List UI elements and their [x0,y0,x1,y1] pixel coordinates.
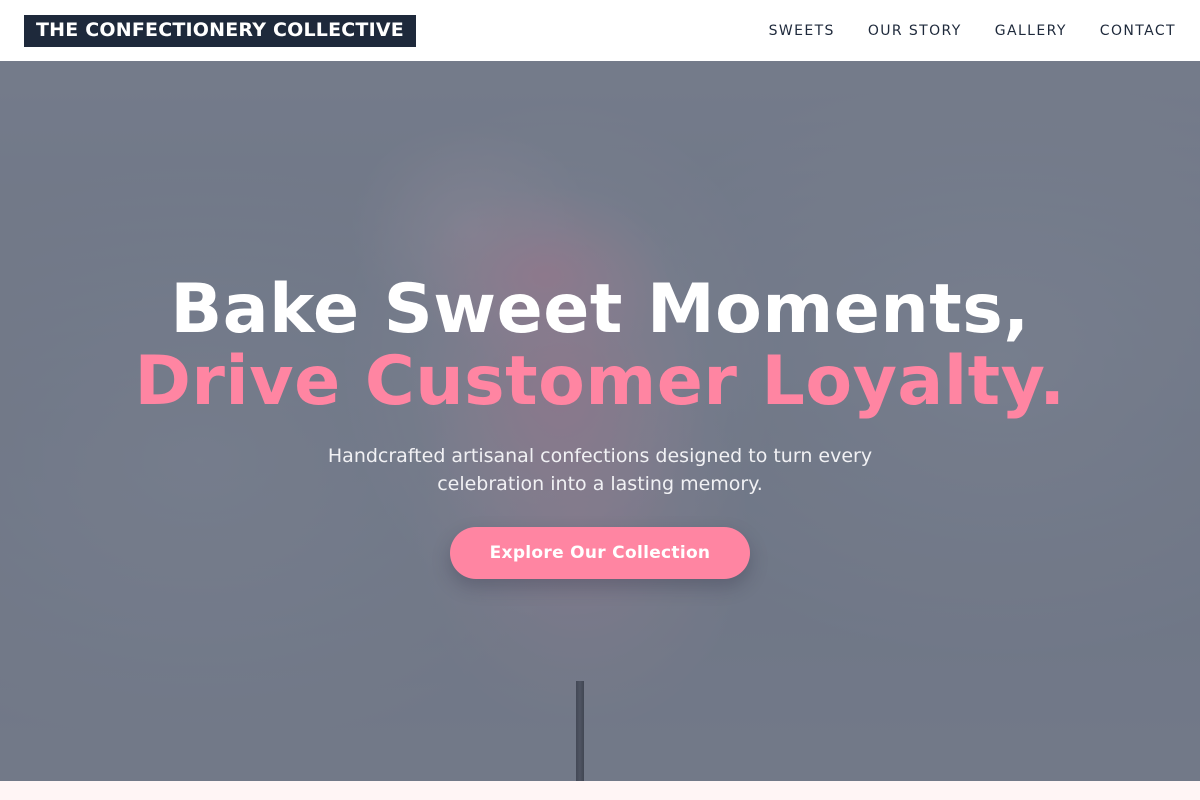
main-nav: SWEETS OUR STORY GALLERY CONTACT [769,23,1176,39]
nav-link-contact[interactable]: CONTACT [1100,23,1176,39]
next-section-edge [0,781,1200,800]
hero-subtext: Handcrafted artisanal confections design… [327,445,873,495]
site-header: THE CONFECTIONERY COLLECTIVE SWEETS OUR … [0,0,1200,61]
hero-headline: Bake Sweet Moments, Drive Customer Loyal… [134,274,1065,418]
nav-link-our-story[interactable]: OUR STORY [868,23,962,39]
hero-content: Bake Sweet Moments, Drive Customer Loyal… [0,61,1200,781]
hero-section: Bake Sweet Moments, Drive Customer Loyal… [0,61,1200,781]
nav-link-gallery[interactable]: GALLERY [995,23,1067,39]
explore-collection-button[interactable]: Explore Our Collection [449,527,751,579]
site-logo[interactable]: THE CONFECTIONERY COLLECTIVE [24,14,416,47]
hero-headline-line1: Bake Sweet Moments, [170,270,1030,349]
nav-link-sweets[interactable]: SWEETS [769,23,835,39]
hero-headline-line2: Drive Customer Loyalty. [134,342,1066,421]
